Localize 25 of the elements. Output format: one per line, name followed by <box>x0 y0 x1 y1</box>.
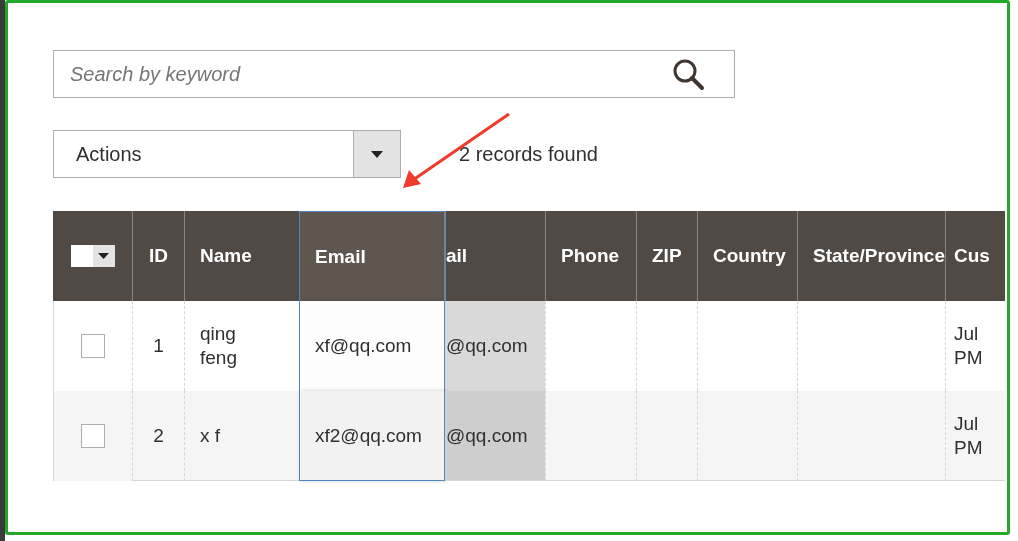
table-cell: @qq.com <box>445 301 545 391</box>
caret-icon <box>371 150 383 158</box>
search-field[interactable]: Search by keyword <box>53 50 735 98</box>
row-checkbox[interactable] <box>81 334 105 358</box>
column-header[interactable]: Email <box>299 211 445 301</box>
column-header[interactable]: State/Province <box>797 211 945 301</box>
caret-icon <box>98 253 109 259</box>
column-header[interactable]: Country <box>697 211 797 301</box>
table-cell: xf@qq.com <box>299 301 445 391</box>
records-count: 2 records found <box>459 142 598 166</box>
select-all-dropdown[interactable] <box>70 245 115 267</box>
table-cell: xf2@qq.com <box>299 391 445 481</box>
search-icon[interactable] <box>671 57 705 91</box>
column-header[interactable]: ID <box>132 211 184 301</box>
column-header[interactable]: ZIP <box>636 211 697 301</box>
row-checkbox[interactable] <box>81 424 105 448</box>
table-cell: x f <box>184 391 299 481</box>
column-header[interactable]: ail <box>445 211 545 301</box>
table-cell: Jul PM <box>945 391 1005 481</box>
column-header[interactable]: Phone <box>545 211 636 301</box>
table-cell: @qq.com <box>445 391 545 481</box>
table-cell: 2 <box>132 391 184 481</box>
actions-dropdown[interactable]: Actions <box>53 130 401 178</box>
column-header[interactable]: Name <box>184 211 299 301</box>
column-header[interactable]: Cus <box>945 211 1005 301</box>
